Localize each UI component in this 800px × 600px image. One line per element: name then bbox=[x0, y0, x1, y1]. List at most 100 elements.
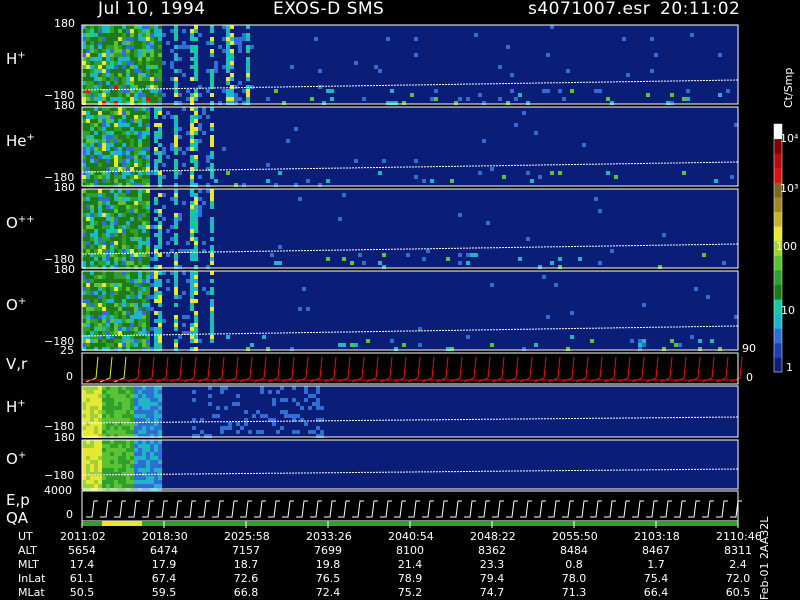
colorbar-tick: 100 bbox=[776, 240, 797, 253]
x-tick-label: 2011:02 bbox=[60, 530, 106, 543]
ephemeris-value: 23.3 bbox=[479, 558, 505, 571]
ephemeris-value: 67.4 bbox=[151, 572, 177, 585]
header-time: 20:11:02 bbox=[660, 0, 741, 19]
panel-label-he-plus: He+ bbox=[6, 132, 35, 150]
colorbar-swatch bbox=[774, 284, 782, 300]
x-tick-label: 2018:30 bbox=[142, 530, 188, 543]
spectrogram-panel bbox=[81, 188, 739, 269]
ephemeris-value: 17.9 bbox=[151, 558, 177, 571]
ephemeris-value: 59.5 bbox=[151, 586, 177, 599]
ephemeris-value: 8484 bbox=[560, 544, 588, 557]
ytick-top: 180 bbox=[54, 431, 75, 444]
energy-panel bbox=[81, 490, 742, 526]
colorbar-swatch bbox=[774, 269, 782, 285]
ephemeris-row-label: MLat bbox=[18, 586, 45, 599]
ephemeris-value: 66.8 bbox=[233, 586, 259, 599]
colorbar-unit: Ct/Smp bbox=[782, 67, 795, 108]
ytick-right: 90 bbox=[742, 342, 756, 355]
header-file: s4071007.esr bbox=[528, 0, 651, 19]
colorbar-swatch bbox=[774, 328, 782, 344]
x-tick-label: 2025:58 bbox=[224, 530, 270, 543]
spectrogram-panel bbox=[81, 106, 739, 187]
colorbar-tick: 1 bbox=[786, 361, 793, 374]
panel-label-o-plusplus: O++ bbox=[6, 214, 35, 232]
x-tick-label: 2055:50 bbox=[552, 530, 598, 543]
ytick-top: 25 bbox=[60, 344, 74, 357]
ephemeris-value: 78.9 bbox=[397, 572, 423, 585]
ytick-top: 180 bbox=[54, 99, 75, 112]
ephemeris-value: 19.8 bbox=[315, 558, 341, 571]
ephemeris-row-label: InLat bbox=[18, 572, 46, 585]
colorbar-swatch bbox=[774, 153, 782, 169]
ephemeris-value: 72.0 bbox=[725, 572, 751, 585]
panel-label-o-plus-low: O+ bbox=[6, 450, 27, 468]
panels-layer bbox=[81, 24, 743, 526]
ephemeris-value: 76.5 bbox=[315, 572, 341, 585]
ephemeris-value: 75.4 bbox=[643, 572, 669, 585]
ephemeris-value: 8311 bbox=[724, 544, 752, 557]
spectrogram-panel bbox=[81, 385, 739, 438]
panel-label-qa: QA bbox=[6, 509, 29, 527]
colorbar-swatch bbox=[774, 211, 782, 227]
x-tick-label: 2040:54 bbox=[388, 530, 434, 543]
colorbar-tick: 10 bbox=[781, 304, 795, 317]
ephemeris-value: 18.7 bbox=[233, 558, 259, 571]
spectrogram-panel bbox=[81, 439, 739, 492]
x-tick-label: 2033:26 bbox=[306, 530, 352, 543]
ephemeris-value: 17.4 bbox=[69, 558, 95, 571]
ephemeris-value: 72.6 bbox=[233, 572, 259, 585]
x-tick-label: 2103:18 bbox=[634, 530, 680, 543]
header-date: Jul 10, 1994 bbox=[98, 0, 206, 19]
ytick-top: 4000 bbox=[44, 484, 72, 497]
ephemeris-value: 72.4 bbox=[315, 586, 341, 599]
ytick-right: 0 bbox=[746, 371, 753, 384]
spectrogram-figure bbox=[81, 24, 783, 528]
panel-label-vr: V,r bbox=[6, 355, 28, 373]
ytick-bottom: 0 bbox=[66, 508, 73, 521]
panel-label-ep: E,p bbox=[6, 491, 30, 509]
ephemeris-value: 8467 bbox=[642, 544, 670, 557]
ephemeris-value: 1.7 bbox=[647, 558, 665, 571]
ephemeris-value: 0.8 bbox=[565, 558, 583, 571]
colorbar-swatch bbox=[774, 196, 782, 213]
ephemeris-value: 21.4 bbox=[397, 558, 423, 571]
colorbar-swatch bbox=[774, 167, 782, 183]
ephemeris-value: 78.0 bbox=[561, 572, 587, 585]
ytick-bottom: 0 bbox=[66, 370, 73, 383]
ephemeris-row-label: UT bbox=[18, 530, 33, 543]
ephemeris-value: 5654 bbox=[68, 544, 96, 557]
ytick-bottom: −180 bbox=[44, 469, 75, 482]
colorbar-swatch bbox=[774, 255, 782, 271]
ephemeris-value: 74.7 bbox=[479, 586, 505, 599]
header-instrument: EXOS-D SMS bbox=[273, 0, 385, 19]
ephemeris-value: 75.2 bbox=[397, 586, 423, 599]
colorbar-swatch bbox=[774, 342, 782, 358]
ephemeris-value: 60.5 bbox=[725, 586, 751, 599]
ephemeris-value: 79.4 bbox=[479, 572, 505, 585]
ephemeris-row-label: ALT bbox=[18, 544, 37, 557]
ytick-top: 180 bbox=[54, 263, 75, 276]
x-tick-label: 2048:22 bbox=[470, 530, 516, 543]
ephemeris-value: 7699 bbox=[314, 544, 342, 557]
ephemeris-value: 8100 bbox=[396, 544, 424, 557]
ephemeris-value: 2.4 bbox=[729, 558, 747, 571]
ephemeris-row-label: MLT bbox=[18, 558, 39, 571]
x-tick-label: 2110:46 bbox=[716, 530, 762, 543]
colorbar-swatch bbox=[774, 226, 782, 242]
ytick-top: 180 bbox=[54, 17, 75, 30]
ephemeris-value: 61.1 bbox=[69, 572, 95, 585]
ephemeris-value: 8362 bbox=[478, 544, 506, 557]
colorbar-tick: 10³ bbox=[780, 182, 799, 195]
ephemeris-value: 66.4 bbox=[643, 586, 669, 599]
colorbar-swatch bbox=[774, 357, 782, 373]
spectrogram-panel bbox=[81, 24, 739, 105]
ephemeris-value: 6474 bbox=[150, 544, 178, 557]
ephemeris-value: 71.3 bbox=[561, 586, 587, 599]
spectrogram-panel bbox=[81, 270, 739, 351]
ytick-top: 180 bbox=[54, 181, 75, 194]
ephemeris-value: 50.5 bbox=[69, 586, 95, 599]
velocity-panel bbox=[81, 352, 743, 385]
panel-label-h-plus-low: H+ bbox=[6, 398, 26, 416]
panel-label-h-plus: H+ bbox=[6, 50, 26, 68]
colorbar-tick: 10⁴ bbox=[780, 132, 799, 145]
